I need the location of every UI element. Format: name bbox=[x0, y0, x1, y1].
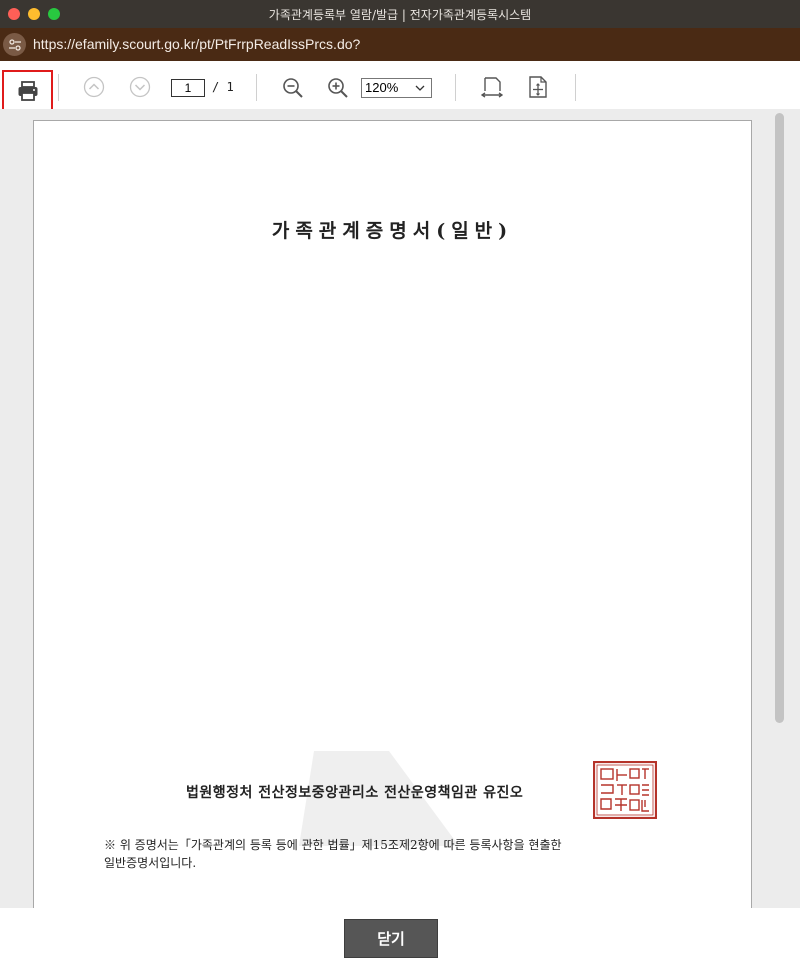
document-viewport[interactable]: 가족관계증명서(일반) 법원행정처 전산정보중앙관리소 전산운영책임관 유진오 bbox=[0, 109, 800, 908]
page-total: / 1 bbox=[212, 80, 234, 94]
zoom-out-button[interactable] bbox=[281, 76, 305, 100]
window-titlebar: 가족관계등록부 열람/발급 | 전자가족관계등록시스템 bbox=[0, 0, 800, 28]
window-title: 가족관계등록부 열람/발급 | 전자가족관계등록시스템 bbox=[268, 7, 532, 22]
toolbar-separator bbox=[575, 74, 576, 101]
window-controls bbox=[8, 8, 60, 20]
printer-icon bbox=[18, 80, 37, 101]
fit-page-icon bbox=[529, 76, 547, 98]
address-bar: https://efamily.scourt.go.kr/pt/PtFrrpRe… bbox=[0, 28, 800, 61]
toolbar-separator bbox=[455, 74, 456, 101]
note-line: 일반증명서입니다. bbox=[104, 856, 197, 870]
close-button[interactable]: 닫기 bbox=[344, 919, 438, 958]
zoom-in-button[interactable] bbox=[326, 76, 350, 100]
site-settings-icon[interactable] bbox=[3, 33, 26, 56]
chevron-down-circle-icon bbox=[129, 76, 151, 98]
chevron-down-icon bbox=[415, 85, 425, 91]
chevron-up-circle-icon bbox=[83, 76, 105, 98]
print-button[interactable] bbox=[2, 70, 53, 111]
fit-width-icon bbox=[481, 77, 503, 98]
zoom-select[interactable]: 120% bbox=[361, 78, 432, 98]
zoom-out-icon bbox=[283, 78, 303, 98]
prev-page-button[interactable] bbox=[83, 76, 105, 98]
zoom-value: 120% bbox=[365, 80, 399, 95]
footer-bar: 닫기 bbox=[0, 908, 800, 961]
toolbar-separator bbox=[58, 74, 59, 101]
document-title: 가족관계증명서(일반) bbox=[271, 220, 514, 242]
official-seal-icon bbox=[593, 761, 657, 819]
fit-page-button[interactable] bbox=[527, 75, 549, 99]
viewer-toolbar: 1 / 1 120% bbox=[0, 61, 800, 111]
issuer-name: 법원행정처 전산정보중앙관리소 전산운영책임관 유진오 bbox=[186, 785, 524, 801]
document-note: ※ 위 증명서는「가족관계의 등록 등에 관한 법률」제15조제2항에 따른 등… bbox=[104, 836, 704, 872]
next-page-button[interactable] bbox=[129, 76, 151, 98]
zoom-in-icon bbox=[328, 78, 348, 98]
page-number-input[interactable]: 1 bbox=[171, 79, 205, 97]
url-text[interactable]: https://efamily.scourt.go.kr/pt/PtFrrpRe… bbox=[33, 36, 360, 52]
document-page: 가족관계증명서(일반) 법원행정처 전산정보중앙관리소 전산운영책임관 유진오 bbox=[33, 120, 752, 908]
minimize-window-button[interactable] bbox=[28, 8, 40, 20]
vertical-scrollbar[interactable] bbox=[775, 113, 784, 723]
maximize-window-button[interactable] bbox=[48, 8, 60, 20]
toolbar-separator bbox=[256, 74, 257, 101]
close-window-button[interactable] bbox=[8, 8, 20, 20]
fit-width-button[interactable] bbox=[481, 75, 503, 99]
note-line: ※ 위 증명서는「가족관계의 등록 등에 관한 법률」제15조제2항에 따른 등… bbox=[104, 838, 562, 852]
